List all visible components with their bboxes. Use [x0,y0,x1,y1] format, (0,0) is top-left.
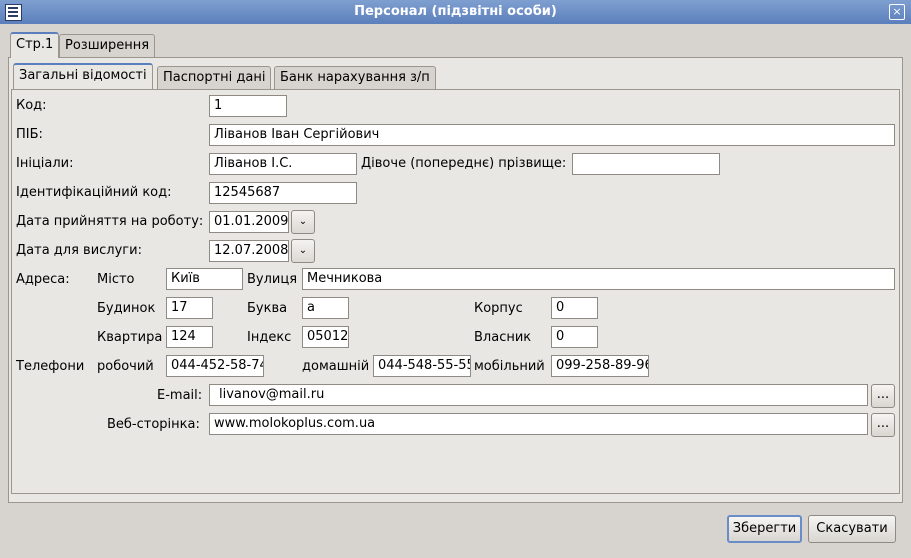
letter-label: Буква [247,301,288,316]
street-label: Вулиця [247,272,298,287]
seniority-date-dropdown-button[interactable]: ⌄ [291,239,315,263]
home-phone-label: домашній [302,359,370,374]
letter-input[interactable]: а [302,297,349,319]
tab-passport-data[interactable]: Паспортні дані [157,66,272,89]
work-phone-input[interactable]: 044-452-58-74 [166,355,264,377]
tab-general-info[interactable]: Загальні відомості [13,63,153,89]
chevron-down-icon: ⌄ [298,216,308,227]
tab-payroll-bank[interactable]: Банк нарахування з/п [274,66,436,89]
initials-label: Ініціали: [16,156,74,171]
street-input[interactable]: Мечникова [302,268,895,290]
block-label: Корпус [474,301,523,316]
website-label: Веб-сторінка: [107,417,200,432]
code-label: Код: [16,98,47,113]
save-button[interactable]: Зберегти [727,515,802,543]
city-input[interactable]: Київ [166,268,243,290]
website-browse-button[interactable]: ... [871,413,895,437]
website-input[interactable]: www.molokoplus.com.ua [209,413,868,435]
owner-label: Власник [474,330,532,345]
apartment-label: Квартира [97,330,163,345]
initials-input[interactable]: Ліванов І.С. [209,153,357,175]
hire-date-dropdown-button[interactable]: ⌄ [291,210,315,234]
close-icon[interactable]: × [889,4,905,20]
maiden-name-label: Дівоче (попереднє) прізвище: [361,156,567,171]
email-label: E-mail: [157,388,203,403]
taxid-label: Ідентифікаційний код: [16,185,172,200]
hire-date-input[interactable]: 01.01.2009 [209,211,289,233]
tab-page1[interactable]: Стр.1 [10,32,60,58]
building-label: Будинок [97,301,156,316]
zip-input[interactable]: 05012 [302,326,349,348]
home-phone-input[interactable]: 044-548-55-55 [373,355,471,377]
seniority-date-input[interactable]: 12.07.2008 [209,240,289,262]
email-browse-button[interactable]: ... [871,384,895,408]
mobile-phone-input[interactable]: 099-258-89-96 [551,355,649,377]
hire-date-label: Дата прийняття на роботу: [16,214,204,229]
fullname-label: ПІБ: [16,127,43,142]
cancel-button[interactable]: Скасувати [808,515,896,543]
phones-label: Телефони [16,359,85,374]
seniority-date-label: Дата для вислуги: [16,243,142,258]
work-phone-label: робочий [97,359,154,374]
city-label: Місто [97,272,135,287]
apartment-input[interactable]: 124 [166,326,213,348]
window-title: Персонал (підзвітні особи) [354,4,557,19]
mobile-phone-label: мобільний [474,359,545,374]
taxid-input[interactable]: 12545687 [209,182,357,204]
building-input[interactable]: 17 [166,297,213,319]
block-input[interactable]: 0 [551,297,598,319]
email-input[interactable]: livanov@mail.ru [209,384,868,406]
zip-label: Індекс [247,330,292,345]
maiden-name-input[interactable] [572,153,720,175]
chevron-down-icon: ⌄ [298,245,308,256]
tab-extension[interactable]: Розширення [59,34,156,57]
title-bar: Персонал (підзвітні особи) × [0,0,911,24]
address-label: Адреса: [16,272,70,287]
fullname-input[interactable]: Ліванов Іван Сергійович [209,124,895,146]
owner-input[interactable]: 0 [551,326,598,348]
code-input[interactable]: 1 [209,95,287,117]
